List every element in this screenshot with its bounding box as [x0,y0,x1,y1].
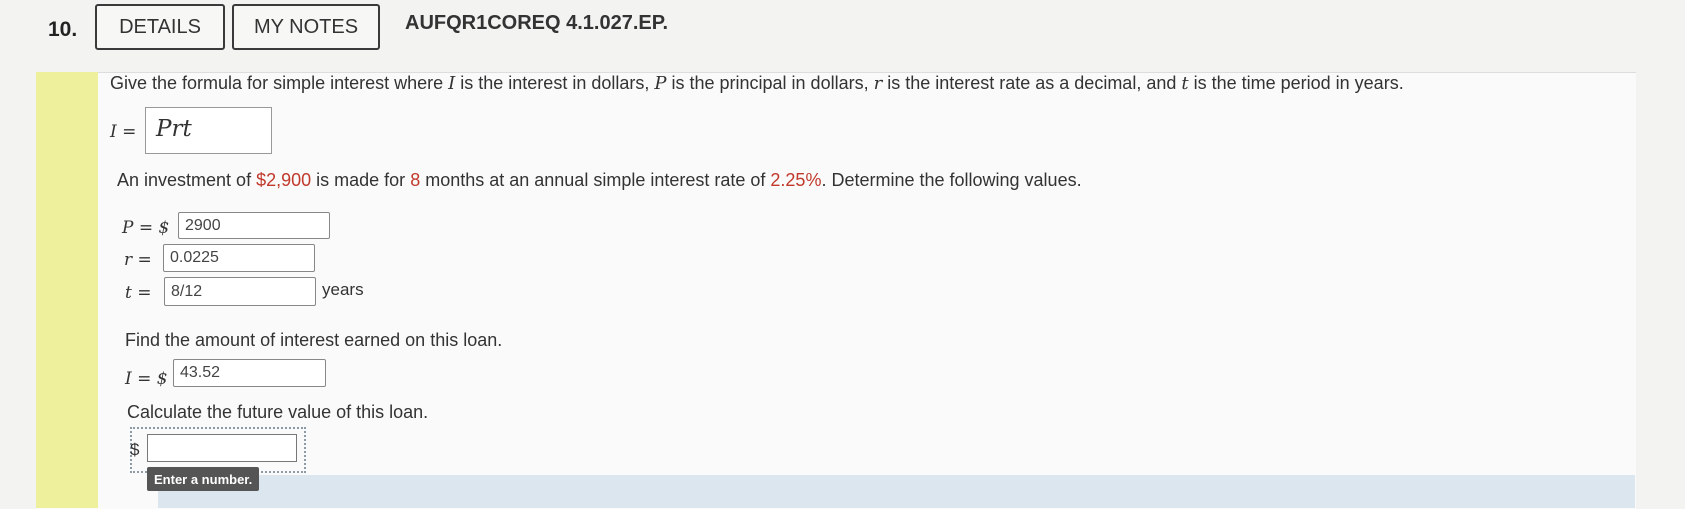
future-prompt: Calculate the future value of this loan. [127,402,429,422]
t-field[interactable]: 8/12 [164,277,316,306]
interest-field[interactable]: 43.52 [173,359,326,387]
intro-t4: is the interest rate as a decimal, and [882,73,1182,93]
question-number: 10. [48,18,78,41]
intro-t3: is the principal in dollars, [666,73,874,93]
investment-t4: . Determine the following values. [821,170,1082,190]
intro-t1: Give the formula for simple interest whe… [110,73,449,93]
var-r: r [873,73,883,94]
investment-t3: months at an annual simple interest rate… [420,170,771,190]
intro-t2: is the interest in dollars, [455,73,655,93]
details-button[interactable]: DETAILS [95,4,225,50]
t-unit: years [322,280,364,299]
investment-t1: An investment of [117,170,257,190]
investment-text: An investment of $2,900 is made for 8 mo… [117,170,1082,191]
progress-sidebar [36,72,98,508]
future-value-field[interactable] [147,434,297,462]
intro-t5: is the time period in years. [1188,73,1404,93]
interest-label: I = $ [125,369,168,389]
r-label: r = [124,250,152,270]
intro-text: Give the formula for simple interest whe… [110,73,1404,94]
formula-label: I = [110,122,137,142]
question-id: AUFQR1COREQ 4.1.027.EP. [405,12,669,34]
p-field[interactable]: 2900 [178,212,330,239]
investment-t2: is made for [311,170,411,190]
interest-prompt: Find the amount of interest earned on th… [125,330,503,350]
investment-months: 8 [410,170,421,190]
investment-rate: 2.25% [770,170,822,190]
investment-amount: $2,900 [256,170,312,190]
r-field[interactable]: 0.0225 [163,244,315,272]
enter-number-tooltip: Enter a number. [147,467,260,491]
future-currency: $ [130,440,140,459]
p-label: P = $ [122,218,170,238]
var-t: t [1181,73,1189,94]
footer-band [158,475,1635,508]
my-notes-button[interactable]: MY NOTES [232,4,380,50]
var-P: P [654,73,667,94]
formula-answer-field[interactable]: Prt [145,107,272,154]
t-label: t = [125,283,152,303]
